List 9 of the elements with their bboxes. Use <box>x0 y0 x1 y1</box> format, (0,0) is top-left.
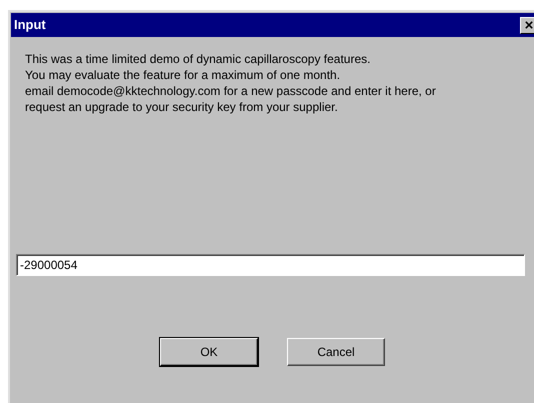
message-line: You may evaluate the feature for a maximum of one month. <box>25 67 342 83</box>
ok-button[interactable]: OK <box>160 338 258 366</box>
cancel-button[interactable]: Cancel <box>287 338 385 366</box>
close-button[interactable]: × <box>520 16 534 34</box>
message-line: email democode@kktechnology.com for a new passcode and enter it here, or <box>25 83 437 99</box>
message-line: request an upgrade to your security key from your supplier. <box>25 99 339 115</box>
message-line: This was a time limited demo of dynamic capillaroscopy features. <box>25 51 372 67</box>
input-field[interactable]: -29000054 <box>16 254 525 276</box>
window-title: Input <box>14 16 46 34</box>
